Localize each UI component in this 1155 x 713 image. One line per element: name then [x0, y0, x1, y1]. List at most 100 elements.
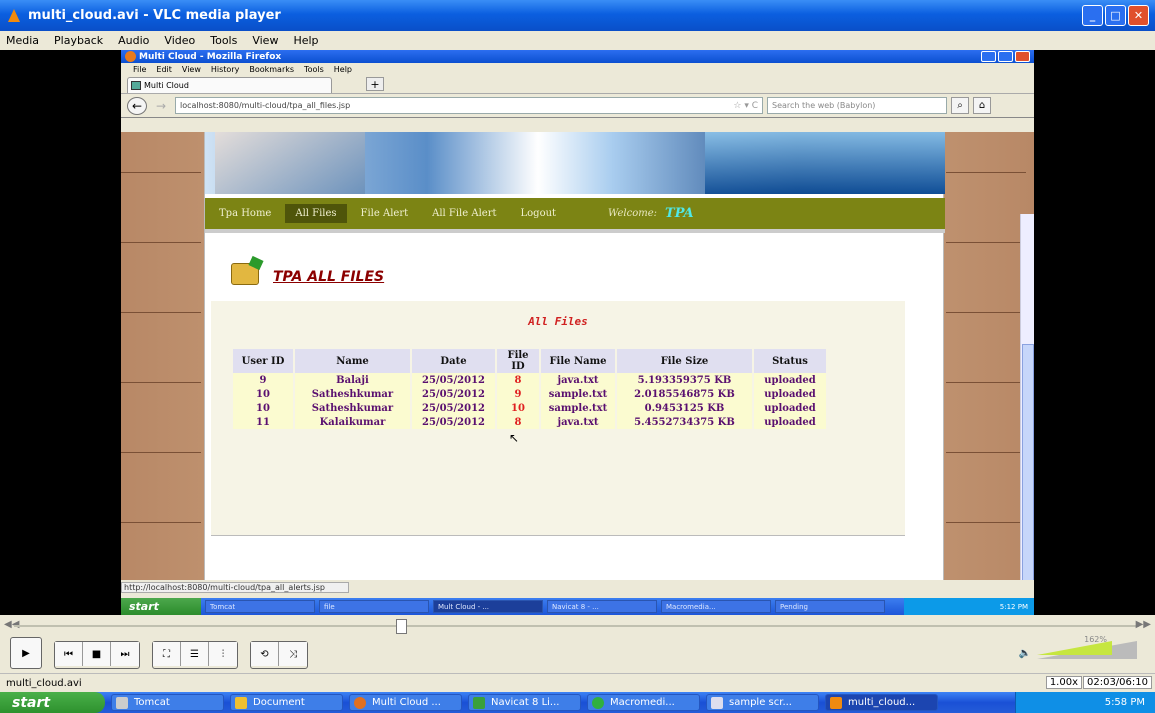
- cell-file-name: sample.txt: [541, 401, 615, 415]
- cell-user-id: 10: [233, 401, 293, 415]
- minimize-button[interactable]: _: [1082, 5, 1103, 26]
- menu-view[interactable]: View: [252, 34, 278, 47]
- firefox-nav-bar: ← → localhost:8080/multi-cloud/tpa_all_f…: [121, 94, 1034, 118]
- ff-menu-help: Help: [333, 65, 353, 74]
- files-panel: All Files User ID Name Date File ID File…: [211, 301, 905, 536]
- menu-help[interactable]: Help: [293, 34, 318, 47]
- next-button[interactable]: ⏭: [111, 642, 139, 666]
- site-page: Tpa Home All Files File Alert All File A…: [204, 132, 945, 580]
- firefox-menu-bar: File Edit View History Bookmarks Tools H…: [121, 63, 1034, 76]
- seek-bar[interactable]: [14, 619, 1139, 634]
- window-title: multi_cloud.avi - VLC media player: [28, 8, 281, 23]
- menu-playback[interactable]: Playback: [54, 34, 103, 47]
- previous-button[interactable]: ⏮: [55, 642, 83, 666]
- menu-tools[interactable]: Tools: [210, 34, 237, 47]
- task-label: multi_cloud...: [848, 697, 916, 708]
- shuffle-button[interactable]: ⤨: [279, 642, 307, 666]
- task-label: Multi Cloud ...: [372, 697, 441, 708]
- playback-time[interactable]: 02:03/06:10: [1082, 676, 1152, 689]
- stop-button[interactable]: ■: [83, 642, 111, 666]
- recorded-task: Mult Cloud - ...: [433, 600, 543, 613]
- start-button[interactable]: start: [0, 692, 105, 713]
- recorded-task: Pending: [775, 600, 885, 613]
- menu-media[interactable]: Media: [6, 34, 39, 47]
- task-macromedia[interactable]: Macromedi...: [587, 694, 700, 711]
- menu-audio[interactable]: Audio: [118, 34, 149, 47]
- task-sample[interactable]: sample scr...: [706, 694, 819, 711]
- vlc-status-bar: multi_cloud.avi 1.00x 02:03/06:10: [0, 673, 1155, 692]
- cell-name: Satheshkumar: [295, 401, 410, 415]
- cell-file-size: 5.4552734375 KB: [617, 415, 752, 429]
- wood-plank-line: [121, 242, 201, 243]
- col-name: Name: [295, 349, 410, 373]
- firefox-window: Multi Cloud - Mozilla Firefox File Edit …: [121, 50, 1034, 615]
- ff-menu-edit: Edit: [156, 65, 172, 74]
- wood-plank-line: [946, 172, 1026, 173]
- mouse-cursor-icon: ↖: [509, 431, 520, 445]
- wood-plank-line: [946, 382, 1026, 383]
- wood-plank-line: [121, 522, 201, 523]
- task-vlc[interactable]: multi_cloud...: [825, 694, 938, 711]
- nav-file-alert: File Alert: [360, 208, 409, 219]
- vlc-controls: ◀◀ ▶▶ ▶ ⏮ ■ ⏭ ⛶ ☰ ⫶ ⟲ ⤨ 🔈 162%: [0, 615, 1155, 673]
- volume-control[interactable]: 🔈 162%: [1019, 635, 1137, 659]
- task-label: Document: [253, 697, 305, 708]
- cell-file-size: 2.0185546875 KB: [617, 387, 752, 401]
- wood-plank-line: [946, 522, 1026, 523]
- close-button[interactable]: ✕: [1128, 5, 1149, 26]
- task-document[interactable]: Document: [230, 694, 343, 711]
- volume-slider[interactable]: 162%: [1037, 635, 1137, 659]
- task-navicat[interactable]: Navicat 8 Li...: [468, 694, 581, 711]
- task-multi-cloud[interactable]: Multi Cloud ...: [349, 694, 462, 711]
- page-scrollbar: [1020, 214, 1034, 580]
- cell-status: uploaded: [754, 387, 826, 401]
- cell-file-name: java.txt: [541, 373, 615, 387]
- cell-date: 25/05/2012: [412, 373, 495, 387]
- recorded-tray-clock: 5:12 PM: [904, 598, 1034, 615]
- playback-rate[interactable]: 1.00x: [1045, 676, 1082, 689]
- cell-name: Kalaikumar: [295, 415, 410, 429]
- task-tomcat[interactable]: Tomcat: [111, 694, 224, 711]
- folder-icon: [235, 697, 247, 709]
- vlc-title-bar: multi_cloud.avi - VLC media player _ □ ✕: [0, 0, 1155, 31]
- speaker-icon[interactable]: 🔈: [1019, 648, 1031, 659]
- task-label: Macromedi...: [610, 697, 675, 708]
- navicat-icon: [473, 697, 485, 709]
- home-icon: ⌂: [973, 97, 991, 114]
- status-filename: multi_cloud.avi: [6, 677, 82, 689]
- cell-file-id: 8: [497, 373, 539, 387]
- menu-video[interactable]: Video: [164, 34, 195, 47]
- ff-menu-history: History: [210, 65, 240, 74]
- tab-label: Multi Cloud: [144, 81, 189, 90]
- seek-forward-icon[interactable]: ▶▶: [1136, 619, 1151, 630]
- firefox-tab-strip: Multi Cloud +: [121, 76, 1034, 94]
- table-row: 9 Balaji 25/05/2012 8 java.txt 5.1933593…: [233, 373, 826, 387]
- col-user-id: User ID: [233, 349, 293, 373]
- play-button[interactable]: ▶: [10, 637, 42, 669]
- search-bar: Search the web (Babylon): [767, 97, 947, 114]
- col-status: Status: [754, 349, 826, 373]
- vlc-cone-icon: [8, 9, 20, 22]
- ff-menu-tools: Tools: [304, 65, 324, 74]
- video-area[interactable]: Multi Cloud - Mozilla Firefox File Edit …: [0, 50, 1155, 615]
- seek-handle[interactable]: [396, 619, 407, 634]
- table-header-row: User ID Name Date File ID File Name File…: [233, 349, 826, 373]
- cell-date: 25/05/2012: [412, 401, 495, 415]
- tab-multi-cloud: Multi Cloud: [127, 77, 332, 93]
- ff-minimize-icon: [981, 51, 996, 62]
- col-file-size: File Size: [617, 349, 752, 373]
- fullscreen-button[interactable]: ⛶: [153, 642, 181, 666]
- wood-plank-line: [946, 242, 1026, 243]
- loop-button[interactable]: ⟲: [251, 642, 279, 666]
- cell-file-name: java.txt: [541, 415, 615, 429]
- cell-file-size: 0.9453125 KB: [617, 401, 752, 415]
- extended-settings-button[interactable]: ⫶: [209, 642, 237, 666]
- playlist-button[interactable]: ☰: [181, 642, 209, 666]
- word-doc-icon: [711, 697, 723, 709]
- recorded-task: Macromedia...: [661, 600, 771, 613]
- maximize-button[interactable]: □: [1105, 5, 1126, 26]
- cell-name: Satheshkumar: [295, 387, 410, 401]
- cell-file-name: sample.txt: [541, 387, 615, 401]
- col-file-name: File Name: [541, 349, 615, 373]
- search-placeholder: Search the web (Babylon): [772, 101, 876, 110]
